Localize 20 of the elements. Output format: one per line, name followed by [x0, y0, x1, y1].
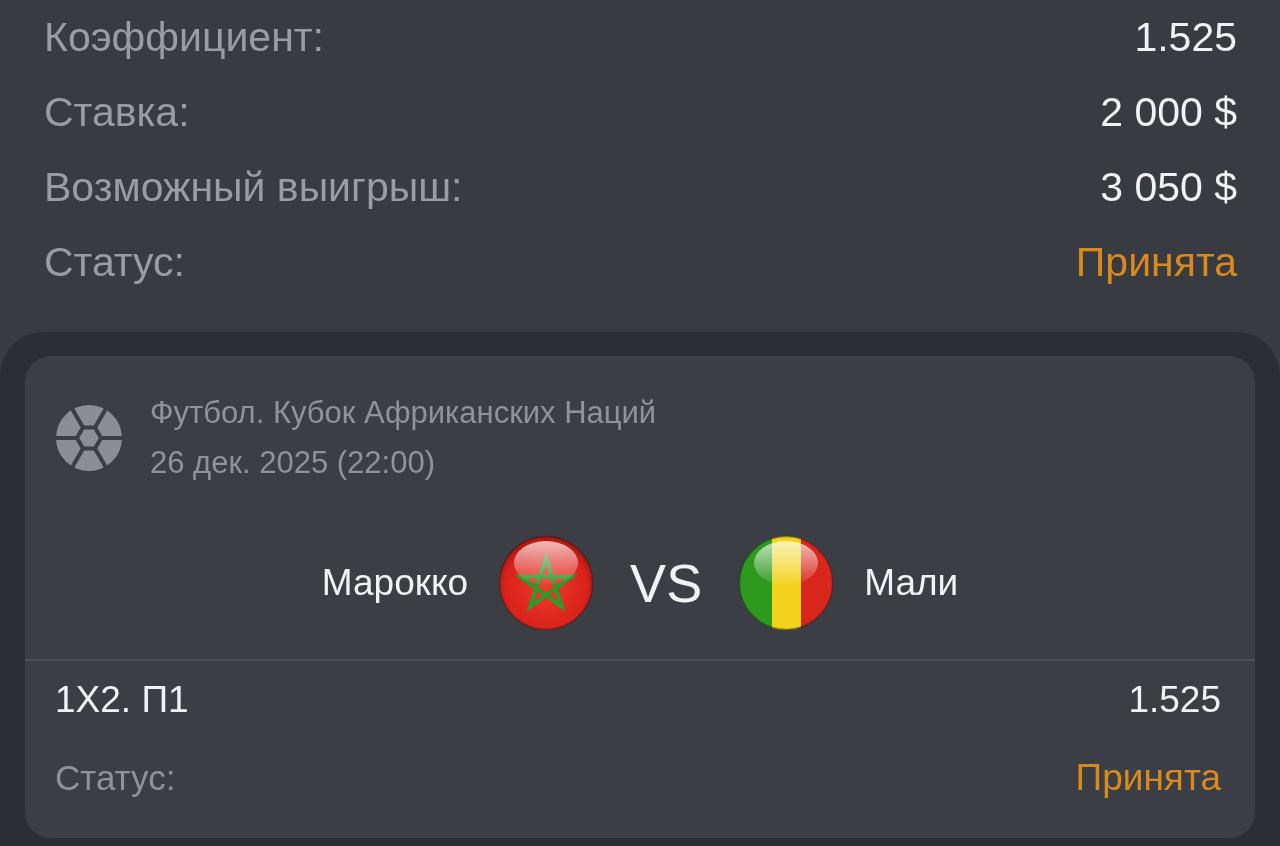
summary-label: Возможный выигрыш:	[44, 164, 463, 211]
summary-value: 1.525	[1134, 14, 1237, 61]
tricolor-flag-icon	[738, 535, 835, 631]
team-name: Марокко	[321, 562, 469, 604]
team-name: Мали	[864, 562, 959, 604]
summary-label: Ставка:	[44, 89, 190, 136]
summary-label: Статус:	[44, 239, 185, 286]
summary-label: Коэффициент:	[44, 14, 324, 61]
event-date: 26 дек. 2025 (22:00)	[150, 444, 436, 482]
odds-value: 1.525	[1128, 679, 1221, 721]
soccer-ball-icon	[56, 405, 122, 471]
status-label: Статус:	[55, 758, 176, 798]
market-label: 1X2. П1	[55, 679, 189, 721]
star-flag-icon	[498, 535, 595, 631]
versus-label: VS	[630, 552, 703, 614]
status-value: Принята	[1075, 757, 1221, 799]
league-title: Футбол. Кубок Африканских Наций	[150, 394, 657, 432]
summary-value: 2 000 $	[1100, 89, 1237, 136]
summary-value: 3 050 $	[1100, 164, 1237, 211]
status-value: Принята	[1075, 239, 1237, 286]
